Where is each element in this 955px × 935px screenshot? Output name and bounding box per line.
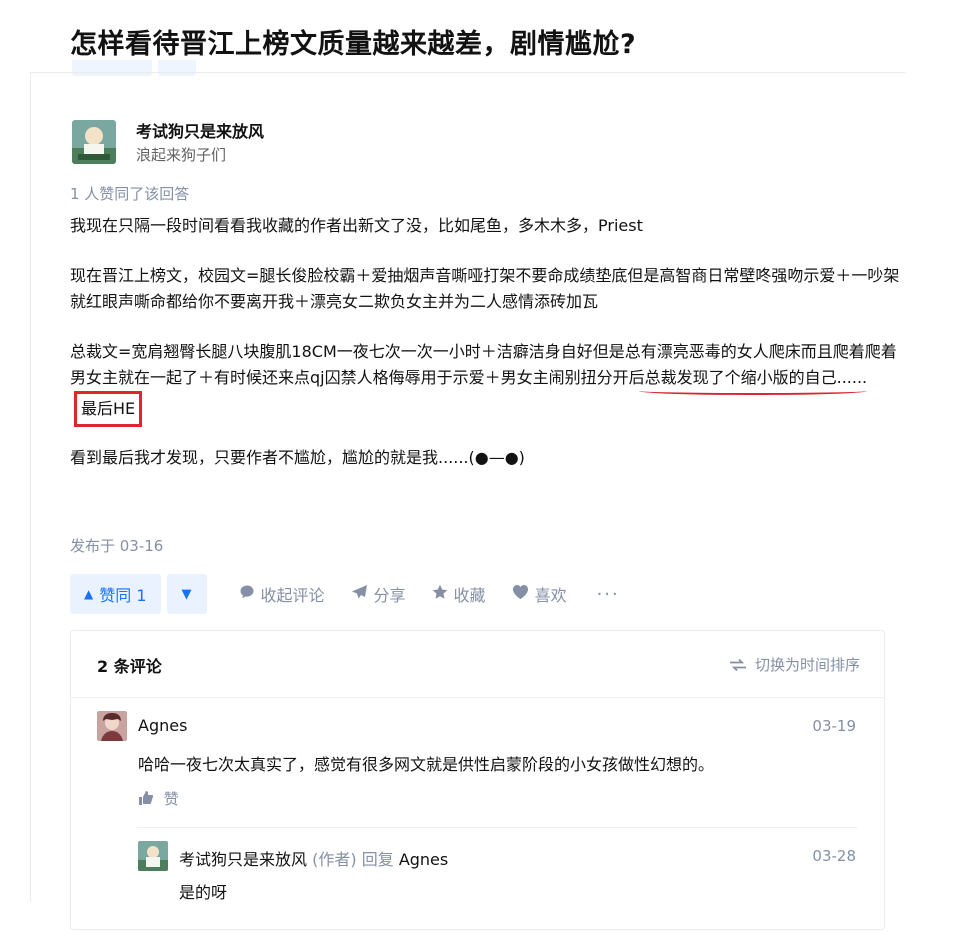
comment-date: 03-19	[812, 717, 856, 735]
answer-content: 我现在只隔一段时间看看我收藏的作者出新文了没，比如尾鱼，多木木多，Priest …	[70, 213, 900, 495]
collapse-comments-label: 收起评论	[260, 586, 325, 605]
comments-panel: 2 条评论 切换为时间排序 Agnes 03-19 哈哈一夜七次太真实了，感觉有…	[70, 630, 885, 930]
commenter-avatar[interactable]	[97, 711, 127, 741]
favorite-button[interactable]: 收藏	[432, 582, 486, 606]
vote-down-button[interactable]: ▼	[166, 574, 207, 614]
triangle-down-icon: ▼	[181, 586, 192, 602]
swap-icon	[730, 656, 755, 674]
divider	[137, 827, 858, 828]
author-headline: 浪起来狗子们	[136, 146, 227, 164]
reply-date: 03-28	[812, 847, 856, 865]
heart-icon	[512, 584, 529, 604]
paragraph: 我现在只隔一段时间看看我收藏的作者出新文了没，比如尾鱼，多木木多，Priest	[70, 216, 643, 235]
publish-time[interactable]: 发布于 03-16	[70, 535, 163, 556]
divider	[30, 72, 31, 902]
comment-count: 2 条评论	[97, 657, 162, 676]
divider	[30, 72, 905, 73]
more-button[interactable]: ···	[597, 584, 620, 605]
paragraph: 现在晋江上榜文，校园文=腿长俊脸校霸＋爱抽烟声音嘶哑打架不要命成绩垫底但是高智商…	[70, 266, 900, 311]
comment-text: 哈哈一夜七次太真实了，感觉有很多网文就是供性启蒙阶段的小女孩做性幻想的。	[138, 755, 715, 774]
share-label: 分享	[373, 586, 406, 605]
triangle-up-icon: ▲	[84, 587, 94, 601]
author-avatar[interactable]	[72, 120, 116, 164]
replier-name[interactable]: 考试狗只是来放风	[179, 850, 307, 869]
favorite-label: 收藏	[453, 586, 486, 605]
commenter-name[interactable]: Agnes	[138, 716, 187, 735]
boxed-text: 最后HE	[74, 391, 143, 427]
comment-like-button[interactable]: 赞	[138, 788, 179, 809]
sort-toggle-button[interactable]: 切换为时间排序	[730, 654, 860, 675]
comments-header: 2 条评论 切换为时间排序	[71, 631, 884, 698]
paragraph: 看到最后我才发现，只要作者不尴尬，尴尬的就是我......(●—●)	[70, 448, 525, 467]
sort-toggle-label: 切换为时间排序	[754, 656, 860, 674]
follow-question-button[interactable]	[72, 60, 152, 76]
replier-avatar[interactable]	[138, 841, 168, 871]
collapse-comments-button[interactable]: 收起评论	[239, 582, 325, 606]
comment-bubble-icon	[239, 584, 255, 604]
author-name[interactable]: 考试狗只是来放风	[136, 118, 264, 142]
thumbs-up-icon	[138, 790, 164, 808]
paragraph: 总裁文=宽肩翘臀长腿八块腹肌18CM一夜七次一次一小时＋洁癖洁身自好但是总有漂亮…	[70, 339, 900, 427]
reply-text: 是的呀	[179, 883, 228, 902]
answer-actions: ▲ 赞同 1 ▼ 收起评论 分享 收藏 喜欢 ···	[70, 573, 620, 615]
share-button[interactable]: 分享	[351, 582, 406, 606]
underlined-text: 总裁发现了个缩小版的自己......	[644, 368, 868, 387]
paper-plane-icon	[351, 584, 368, 604]
comment-like-label: 赞	[163, 790, 179, 808]
star-icon	[432, 584, 448, 604]
author-tag: (作者)	[312, 850, 357, 869]
vote-up-label: 赞同 1	[99, 586, 147, 605]
reply-header: 考试狗只是来放风 (作者) 回复 Agnes	[179, 846, 448, 870]
like-label: 喜欢	[534, 586, 567, 605]
reply-target-name[interactable]: Agnes	[399, 850, 448, 869]
like-button[interactable]: 喜欢	[512, 582, 567, 606]
reply-word: 回复	[361, 850, 394, 869]
vote-count-note: 1 人赞同了该回答	[70, 185, 190, 203]
question-title[interactable]: 怎样看待晋江上榜文质量越来越差，剧情尴尬?	[70, 22, 636, 61]
question-action-button[interactable]	[158, 60, 196, 76]
vote-up-button[interactable]: ▲ 赞同 1	[70, 574, 161, 614]
